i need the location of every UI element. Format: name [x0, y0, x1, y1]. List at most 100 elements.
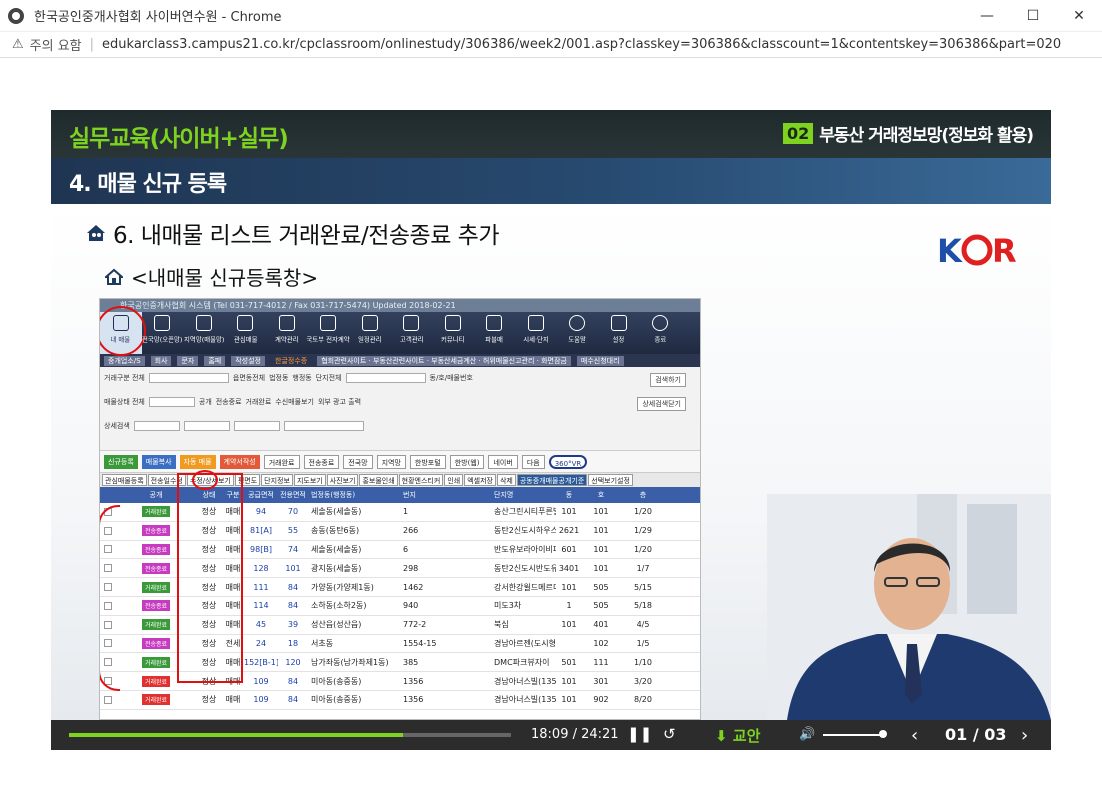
status-badge: 거래완료	[141, 581, 171, 593]
security-warning-label[interactable]: 주의 요함	[30, 35, 82, 54]
action-button: 거래완료	[263, 454, 300, 469]
table-cell: 경남아르젠(도시형)	[494, 638, 556, 648]
maximize-button[interactable]: ☐	[1010, 0, 1056, 32]
filter-complex-select	[345, 373, 426, 383]
status-badge: 전송종료	[141, 543, 171, 555]
chapter-title: 부동산 거래정보망(정보화 활용)	[819, 126, 1034, 146]
highlight-box	[177, 473, 243, 683]
table-cell: 940	[403, 601, 419, 611]
table-cell: 601	[561, 544, 577, 554]
table-cell: 101	[561, 620, 577, 630]
slide-subheading: <내매물 신규등록창>	[105, 262, 318, 291]
table-cell: 101	[561, 507, 577, 517]
search-button: 검색하기	[650, 373, 686, 387]
table-cell: 152[B-1]	[244, 657, 278, 667]
quickbar-item: 매수신청대리	[576, 355, 624, 366]
table-cell: 101	[593, 563, 609, 573]
url-text[interactable]: edukarclass3.campus21.co.kr/cpclassroom/…	[102, 37, 1062, 52]
action-button: 신규등록	[104, 454, 138, 469]
table-cell: 902	[593, 695, 609, 705]
table-cell: 505	[593, 582, 609, 592]
action-button: 자동 매물	[179, 454, 216, 469]
menu-item-label: 종료	[654, 335, 667, 344]
close-button[interactable]: ✕	[1056, 0, 1102, 32]
table-cell: 1/29	[634, 526, 652, 536]
table-cell: 송동(동탄6동)	[311, 526, 360, 536]
video-player[interactable]: 실무교육(사이버+실무) 02 부동산 거래정보망(정보화 활용) 4. 매물 …	[51, 110, 1051, 750]
quickbar-item: 중개업소/S	[104, 355, 145, 366]
pause-icon[interactable]: ❚❚	[627, 725, 652, 743]
prev-page-icon[interactable]: ‹	[911, 725, 918, 746]
warning-icon[interactable]: ⚠	[12, 37, 24, 52]
status-badge: 전송종료	[141, 562, 171, 574]
table-cell: 120	[285, 657, 301, 667]
menu-icon	[237, 315, 254, 331]
list-toolbar-button: 공동중개매물공개기준	[516, 474, 588, 486]
menu-icon	[154, 315, 171, 331]
table-cell: 102	[593, 638, 609, 648]
table-cell: 39	[287, 620, 299, 630]
menu-icon	[652, 315, 669, 331]
chapter-number: 02	[783, 123, 814, 144]
list-toolbar-button: 단지정보	[261, 474, 293, 486]
volume-knob[interactable]	[879, 730, 887, 738]
menu-item-label: 내 매물	[110, 335, 131, 344]
minimize-button[interactable]: —	[964, 0, 1010, 32]
software-quickbar: 중개업소/S 회사 문자 홈페 작성설정 한글정수증 협회관련사이트 · 부동산관련사이트 …	[100, 354, 700, 367]
close-detail-search-button: 상세검색닫기	[637, 397, 686, 411]
table-cell: 111	[253, 582, 269, 592]
download-notes-button[interactable]: ⬇ 교안	[715, 725, 760, 746]
menu-icon	[320, 315, 337, 331]
menu-item-3: 관심매물	[225, 312, 267, 354]
table-cell: 84	[287, 601, 299, 611]
list-toolbar-button: 관심매물등록	[102, 474, 147, 486]
software-titlebar: 한국공인중개사협회 시스템 (Tel 031-717-4012 / Fax 03…	[100, 299, 700, 312]
menu-item-4: 계약관리	[266, 312, 308, 354]
row-checkbox	[104, 695, 112, 704]
filter-complex: 단지전체	[315, 374, 342, 382]
grid-header-cell: 동	[565, 491, 573, 499]
table-cell: 미도3차	[494, 601, 522, 611]
progress-bar[interactable]	[69, 733, 511, 737]
table-cell: 강서한강윌드메르디앙	[494, 582, 556, 592]
menu-item-label: 관심매물	[233, 335, 258, 344]
grid-header-cell: 공급면적	[248, 491, 274, 499]
menu-icon	[195, 315, 212, 331]
volume-slider[interactable]	[823, 734, 883, 736]
list-toolbar-button: 현황엔스티커	[398, 474, 444, 486]
table-cell: 동탄2신도시하우스디더	[494, 526, 556, 536]
subheading-text: <내매물 신규등록창>	[131, 266, 319, 290]
address-bar[interactable]: ⚠ 주의 요함 | edukarclass3.campus21.co.kr/cp…	[0, 32, 1102, 58]
filter-number: 동/호/매물번호	[429, 374, 473, 382]
table-cell: 1/20	[634, 544, 652, 554]
table-cell: 1/7	[636, 563, 650, 573]
menu-icon	[610, 315, 627, 331]
window-title: 한국공인중개사협회 사이버연수원 - Chrome	[34, 10, 282, 25]
menu-item-label: 시세·단지	[522, 335, 549, 344]
menu-item-12: 설정	[598, 312, 640, 354]
table-cell: 109	[253, 676, 269, 686]
table-cell: 1/20	[634, 507, 652, 517]
time-display: 18:09 / 24:21	[531, 727, 619, 742]
filter-deal-type: 거래구분 전체	[104, 374, 145, 382]
table-cell: 남가좌동(남가좌제1동)	[311, 657, 389, 667]
replay-icon[interactable]: ↺	[663, 725, 676, 743]
table-cell: 성산읍(성산읍)	[311, 620, 362, 630]
action-buttons: 신규등록 매물복사 자동 매물 계약서작성 거래완료 전송종료 전국망 지역망 한방포털 한방(웹…	[100, 451, 700, 473]
filter-status: 매물상태 전체	[104, 398, 145, 406]
menu-item-11: 도움말	[557, 312, 599, 354]
table-cell: 6	[403, 544, 409, 554]
next-page-icon[interactable]: ›	[1021, 725, 1028, 746]
table-cell: 8/20	[634, 695, 652, 705]
menu-item-label: 전국망(오픈망)	[142, 335, 183, 344]
table-cell: 772-2	[403, 620, 427, 630]
table-cell: 81[A]	[250, 526, 272, 536]
table-cell: 301	[593, 676, 609, 686]
volume-icon[interactable]: 🔊	[799, 727, 815, 742]
table-cell: 18	[287, 638, 299, 648]
filter-detail: 상세검색	[104, 422, 130, 430]
window-titlebar: 한국공인중개사협회 사이버연수원 - Chrome — ☐ ✕	[0, 0, 1102, 32]
table-row: 거래완료 정상 매매 109 84 미아동(송중동) 1356 경남아너스빌(1356) 101…	[100, 690, 700, 710]
menu-item-0: 내 매물	[100, 306, 146, 356]
table-cell: 미아동(송중동)	[311, 676, 362, 686]
